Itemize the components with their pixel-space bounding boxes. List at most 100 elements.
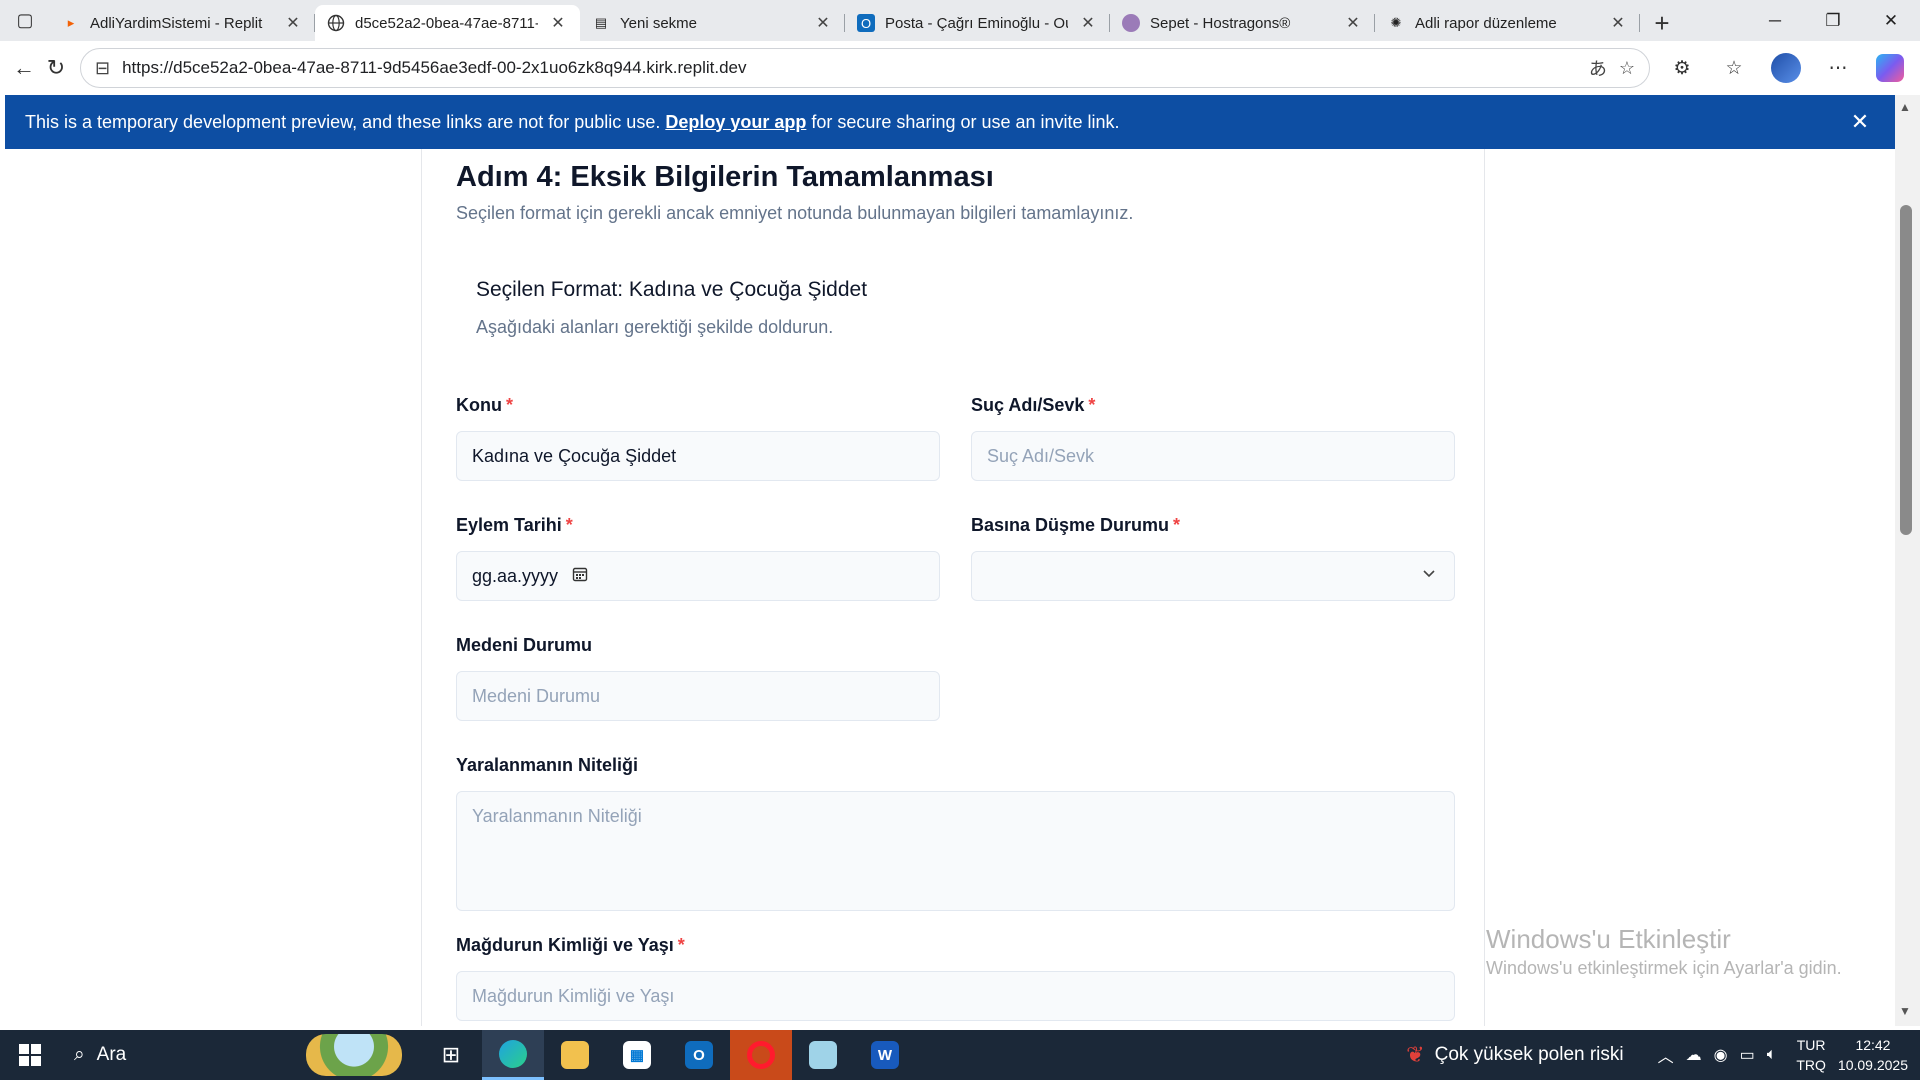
system-tray: ❦ Çok yüksek polen riski ︿ ☁ ◉ ▭ 🔈︎ TUR …: [1406, 1030, 1920, 1080]
opera-taskbar-icon[interactable]: [730, 1030, 792, 1080]
close-icon[interactable]: ✕: [1078, 13, 1098, 33]
banner-message: This is a temporary development preview,…: [25, 112, 1845, 133]
favorite-star-icon[interactable]: ☆: [1619, 58, 1635, 79]
new-tab-button[interactable]: +: [1640, 5, 1684, 41]
outlook-icon: O: [857, 14, 875, 32]
show-hidden-icons-icon[interactable]: ︿: [1658, 1043, 1674, 1067]
url-text: https://d5ce52a2-0bea-47ae-8711-9d5456ae…: [122, 58, 747, 77]
edge-taskbar-icon[interactable]: [482, 1030, 544, 1080]
required-mark: *: [677, 935, 685, 955]
suc-adi-label-text: Suç Adı/Sevk: [971, 395, 1085, 415]
page-title: Adım 4: Eksik Bilgilerin Tamamlanması: [456, 161, 994, 193]
language-indicator[interactable]: TUR TRQ: [1796, 1035, 1826, 1075]
basina-dusme-label-text: Basına Düşme Durumu: [971, 515, 1170, 535]
tab-chatgpt[interactable]: ✺ Adli rapor düzenleme ✕: [1375, 5, 1640, 41]
page-viewport: Adım 4: Eksik Bilgilerin Tamamlanması Se…: [5, 149, 1895, 1026]
page-subtitle: Seçilen format için gerekli ancak emniye…: [456, 203, 1134, 223]
profile-avatar[interactable]: [1764, 48, 1808, 88]
yaralanma-label: Yaralanmanın Niteliği: [456, 755, 639, 775]
pollen-icon: ❦: [1406, 1042, 1425, 1067]
vpn-icon[interactable]: ◉: [1714, 1045, 1728, 1065]
tab-outlook[interactable]: O Posta - Çağrı Eminoğlu - Out ✕: [845, 5, 1110, 41]
close-icon[interactable]: ✕: [283, 13, 303, 33]
required-mark: *: [505, 395, 513, 415]
tab-title: AdliYardimSistemi - Replit: [90, 14, 263, 32]
start-button[interactable]: [0, 1030, 60, 1080]
window-close-icon[interactable]: ✕: [1862, 0, 1920, 41]
dev-preview-banner: This is a temporary development preview,…: [5, 95, 1895, 149]
word-taskbar-icon[interactable]: W: [854, 1030, 916, 1080]
banner-close-icon[interactable]: ✕: [1845, 109, 1875, 135]
address-bar[interactable]: ⊟ https://d5ce52a2-0bea-47ae-8711-9d5456…: [80, 48, 1650, 88]
magdur-label-text: Mağdurun Kimliği ve Yaşı: [456, 935, 674, 955]
task-view-icon[interactable]: ⊞: [420, 1030, 482, 1080]
scrollbar-thumb[interactable]: [1900, 205, 1912, 535]
onedrive-icon[interactable]: ☁: [1686, 1045, 1702, 1065]
yaralanma-textarea[interactable]: Yaralanmanın Niteliği: [456, 791, 1455, 911]
globe-icon: [327, 14, 345, 32]
lang-top: TUR: [1796, 1037, 1826, 1053]
battery-icon[interactable]: ▭: [1740, 1045, 1755, 1065]
suc-adi-label: Suç Adı/Sevk *: [971, 395, 1095, 416]
minimize-icon[interactable]: ─: [1746, 0, 1804, 41]
tab-replit[interactable]: ▸ AdliYardimSistemi - Replit ✕: [50, 5, 315, 41]
favorites-icon[interactable]: ☆: [1712, 48, 1756, 88]
tab-actions-icon[interactable]: ▢: [0, 0, 50, 41]
basina-dusme-select[interactable]: [971, 551, 1455, 601]
outlook-taskbar-icon[interactable]: O: [668, 1030, 730, 1080]
tab-title: Adli rapor düzenleme: [1415, 14, 1557, 32]
magdur-label: Mağdurun Kimliği ve Yaşı *: [456, 935, 685, 956]
medeni-durumu-input[interactable]: Medeni Durumu: [456, 671, 940, 721]
search-highlight-image: [306, 1034, 402, 1076]
tab-dev-preview[interactable]: d5ce52a2-0bea-47ae-8711-9 ✕: [315, 5, 580, 41]
notepad-taskbar-icon[interactable]: [792, 1030, 854, 1080]
copilot-icon[interactable]: [1868, 48, 1912, 88]
translate-icon[interactable]: あ: [1589, 55, 1607, 81]
konu-input[interactable]: Kadına ve Çocuğa Şiddet: [456, 431, 940, 481]
close-icon[interactable]: ✕: [548, 13, 568, 33]
clock[interactable]: 12:42 10.09.2025: [1838, 1035, 1908, 1075]
file-explorer-icon[interactable]: [544, 1030, 606, 1080]
konu-label: Konu *: [456, 395, 513, 416]
store-icon[interactable]: ▦: [606, 1030, 668, 1080]
tab-title: Posta - Çağrı Eminoğlu - Out: [885, 14, 1068, 32]
taskbar: ⌕ Ara ⊞ ▦ O W ❦ Çok yüksek polen riski ︿…: [0, 1030, 1920, 1080]
clock-time: 12:42: [1855, 1037, 1891, 1053]
extensions-icon[interactable]: ⚙: [1660, 48, 1704, 88]
date-placeholder: gg.aa.yyyy: [472, 565, 559, 586]
calendar-icon[interactable]: [572, 566, 588, 587]
toolbar: ⚙ ☆ ⋯: [1660, 48, 1912, 88]
close-icon[interactable]: ✕: [1343, 13, 1363, 33]
replit-icon: ▸: [67, 15, 75, 30]
back-icon[interactable]: ←: [8, 48, 40, 88]
more-menu-icon[interactable]: ⋯: [1816, 48, 1860, 88]
selected-format-title: Seçilen Format: Kadına ve Çocuğa Şiddet: [476, 278, 868, 301]
chevron-down-icon: [1422, 566, 1436, 585]
search-label: Ara: [96, 1044, 127, 1065]
volume-icon[interactable]: 🔈︎: [1767, 1046, 1777, 1064]
tab-title: Yeni sekme: [620, 14, 697, 32]
window-controls: ─ ❐ ✕: [1746, 0, 1920, 41]
required-mark: *: [1173, 515, 1181, 535]
scroll-up-icon[interactable]: ▲: [1899, 100, 1911, 114]
site-info-icon[interactable]: ⊟: [95, 58, 110, 79]
lang-bottom: TRQ: [1796, 1057, 1826, 1073]
tab-title: d5ce52a2-0bea-47ae-8711-9: [355, 14, 538, 32]
restore-icon[interactable]: ❐: [1804, 0, 1862, 41]
close-icon[interactable]: ✕: [1608, 13, 1628, 33]
scroll-down-icon[interactable]: ▼: [1899, 1004, 1911, 1018]
taskbar-search[interactable]: ⌕ Ara: [60, 1030, 420, 1080]
selected-format-subtitle: Aşağıdaki alanları gerektiği şekilde dol…: [476, 317, 834, 337]
weather-widget[interactable]: ❦ Çok yüksek polen riski: [1406, 1042, 1623, 1068]
tab-new-tab[interactable]: ▤ Yeni sekme ✕: [580, 5, 845, 41]
tab-hostragons[interactable]: Sepet - Hostragons® ✕: [1110, 5, 1375, 41]
required-mark: *: [1088, 395, 1096, 415]
magdur-input[interactable]: Mağdurun Kimliği ve Yaşı: [456, 971, 1455, 1021]
deploy-app-link[interactable]: Deploy your app: [665, 112, 806, 132]
suc-adi-input[interactable]: Suç Adı/Sevk: [971, 431, 1455, 481]
clock-date: 10.09.2025: [1837, 1057, 1908, 1073]
close-icon[interactable]: ✕: [813, 13, 833, 33]
reload-icon[interactable]: ↻: [40, 48, 72, 88]
eylem-tarihi-label-text: Eylem Tarihi: [456, 515, 562, 535]
eylem-tarihi-input[interactable]: gg.aa.yyyy: [456, 551, 940, 601]
